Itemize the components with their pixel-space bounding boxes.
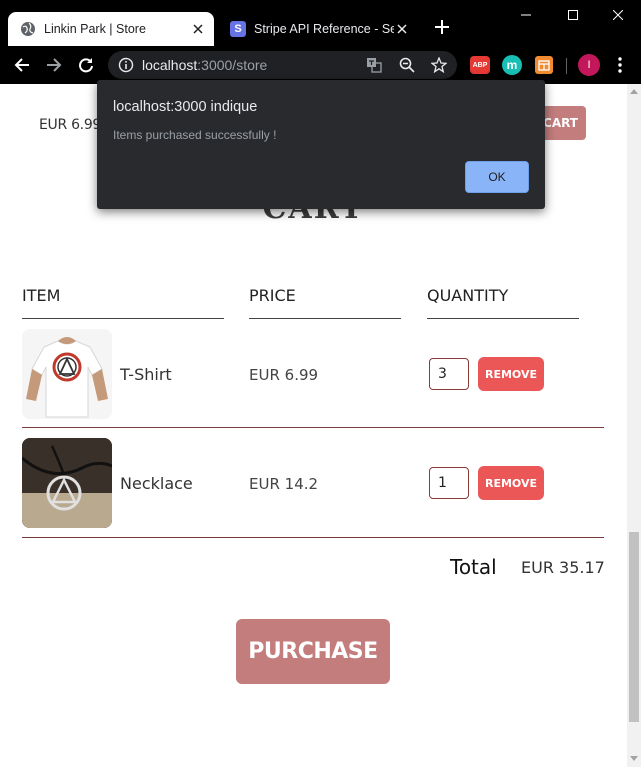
item-price: EUR 6.99: [249, 366, 319, 384]
forward-arrow-icon: [47, 58, 62, 72]
extension-calendar-icon[interactable]: [535, 56, 553, 74]
back-button[interactable]: [10, 53, 34, 77]
remove-button[interactable]: REMOVE: [478, 357, 544, 391]
alert-dialog: localhost:3000 indique Items purchased s…: [97, 80, 545, 209]
dialog-title: localhost:3000 indique: [113, 99, 258, 115]
close-window-button[interactable]: [595, 0, 641, 30]
reload-button[interactable]: [74, 53, 98, 77]
purchase-button[interactable]: PURCHASE: [236, 619, 390, 684]
quantity-input[interactable]: 1: [429, 467, 469, 499]
page-scrollbar[interactable]: [627, 84, 641, 767]
minimize-button[interactable]: [503, 0, 549, 30]
plus-icon: [435, 20, 449, 34]
info-icon[interactable]: [118, 57, 134, 73]
column-divider: [427, 318, 579, 319]
url-text: localhost:3000/store: [142, 57, 268, 73]
column-divider: [22, 318, 224, 319]
tab-title: Stripe API Reference - Sessions: [254, 22, 394, 36]
menu-button[interactable]: [608, 53, 632, 77]
close-tab-icon[interactable]: [190, 21, 206, 37]
total-label: Total: [450, 555, 497, 579]
column-header-quantity: QUANTITY: [427, 286, 509, 305]
zoom-icon[interactable]: [399, 57, 415, 73]
total-value: EUR 35.17: [521, 558, 605, 577]
stripe-icon: S: [230, 21, 246, 37]
item-name: Necklace: [120, 474, 193, 493]
row-divider: [22, 537, 604, 538]
necklace-image: [22, 438, 112, 528]
adblock-plus-icon[interactable]: ABP: [470, 56, 490, 74]
back-arrow-icon: [14, 58, 29, 72]
title-bar: Linkin Park | Store S Stripe API Referen…: [0, 0, 641, 46]
item-price: EUR 14.2: [249, 475, 319, 493]
reload-icon: [79, 58, 93, 73]
quantity-input[interactable]: 3: [429, 358, 469, 390]
remove-button[interactable]: REMOVE: [478, 466, 544, 500]
tab-title: Linkin Park | Store: [44, 22, 146, 36]
new-tab-button[interactable]: [432, 16, 452, 40]
item-name: T-Shirt: [120, 365, 172, 384]
column-header-price: PRICE: [249, 286, 296, 305]
dialog-message: Items purchased successfully !: [113, 128, 277, 142]
minimize-icon: [521, 14, 531, 16]
maximize-icon: [568, 10, 578, 20]
tab-store[interactable]: Linkin Park | Store: [8, 12, 214, 46]
scroll-thumb[interactable]: [629, 532, 639, 722]
maximize-button[interactable]: [550, 0, 596, 30]
tshirt-image: [22, 329, 112, 419]
browser-toolbar: localhost:3000/store ABP m I: [0, 46, 641, 84]
close-icon: [613, 10, 623, 20]
extension-m-icon[interactable]: m: [502, 55, 522, 75]
forward-button[interactable]: [42, 53, 66, 77]
column-header-item: ITEM: [22, 286, 61, 305]
row-divider: [22, 427, 604, 428]
close-tab-icon[interactable]: [394, 21, 410, 37]
address-bar[interactable]: localhost:3000/store: [108, 51, 457, 79]
tab-stripe[interactable]: S Stripe API Reference - Sessions: [218, 12, 418, 46]
product-price: EUR 6.99: [39, 117, 102, 133]
scroll-down-arrow-icon[interactable]: [630, 756, 638, 761]
profile-avatar[interactable]: I: [578, 54, 600, 76]
globe-icon: [20, 21, 36, 37]
kebab-menu-icon: [618, 57, 622, 73]
toolbar-divider: [566, 58, 567, 74]
translate-icon[interactable]: [366, 57, 382, 73]
scroll-up-arrow-icon[interactable]: [630, 89, 638, 94]
bookmark-star-icon[interactable]: [430, 56, 448, 74]
column-divider: [249, 318, 401, 319]
ok-button[interactable]: OK: [465, 161, 529, 193]
